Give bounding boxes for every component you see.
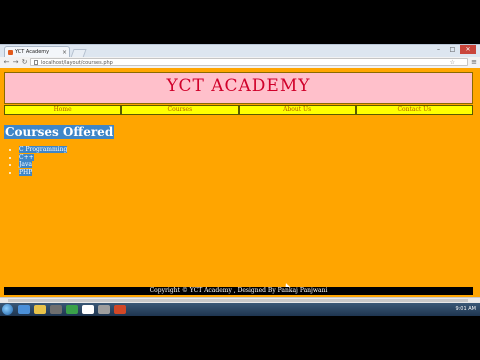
browser-menu-icon[interactable]: ≡ bbox=[471, 58, 477, 66]
nav-contact-link[interactable]: Contact Us bbox=[355, 105, 473, 115]
media-taskbar-icon[interactable] bbox=[50, 305, 62, 314]
course-name: C++ bbox=[19, 153, 34, 161]
site-title: YCT ACADEMY bbox=[166, 76, 311, 96]
site-footer: Copyright © YCT Academy , Designed By Pa… bbox=[4, 287, 473, 295]
list-item: PHP bbox=[19, 168, 67, 177]
minimize-button[interactable]: – bbox=[432, 45, 445, 54]
reload-icon[interactable]: ↻ bbox=[20, 57, 29, 68]
explorer-taskbar-icon[interactable] bbox=[34, 305, 46, 314]
address-bar[interactable]: localhost/layout/courses.php ☆ bbox=[30, 58, 468, 66]
course-list: C Programming C++ Java PHP bbox=[11, 146, 68, 177]
page-info-icon[interactable] bbox=[34, 60, 38, 65]
course-name: PHP bbox=[19, 168, 33, 176]
nav-courses-link[interactable]: Courses bbox=[121, 105, 239, 115]
list-item: C Programming bbox=[19, 146, 68, 154]
page-viewport: YCT ACADEMY Home Courses About Us Contac… bbox=[0, 68, 480, 297]
list-item: C++ bbox=[19, 153, 67, 162]
nav-about-link[interactable]: About Us bbox=[238, 105, 356, 115]
close-window-button[interactable]: ✕ bbox=[460, 45, 476, 54]
favicon-icon bbox=[8, 50, 13, 55]
chrome-taskbar-icon[interactable] bbox=[82, 305, 94, 314]
maximize-button[interactable]: □ bbox=[446, 45, 459, 54]
forward-arrow-icon[interactable]: → bbox=[11, 57, 20, 68]
app-taskbar-icon[interactable] bbox=[114, 305, 126, 314]
section-title: Courses Offered bbox=[4, 125, 115, 139]
system-clock[interactable]: 9:01 AM bbox=[455, 303, 476, 316]
window-controls: – □ ✕ bbox=[432, 45, 476, 54]
back-arrow-icon[interactable]: ← bbox=[2, 57, 11, 68]
taskbar: 9:01 AM bbox=[0, 303, 480, 316]
site-header: YCT ACADEMY bbox=[4, 72, 473, 104]
course-name: Java bbox=[19, 161, 32, 168]
browser-titlebar: YCT Academy × – □ ✕ bbox=[0, 44, 480, 58]
bookmark-star-icon[interactable]: ☆ bbox=[450, 59, 455, 67]
main-nav: Home Courses About Us Contact Us bbox=[4, 105, 473, 115]
address-bar-url: localhost/layout/courses.php bbox=[41, 60, 113, 66]
app-taskbar-icon[interactable] bbox=[66, 305, 78, 314]
scrollbar-thumb[interactable] bbox=[8, 299, 468, 302]
list-item: Java bbox=[19, 161, 67, 169]
nav-home-link[interactable]: Home bbox=[4, 105, 122, 115]
course-name: C Programming bbox=[19, 146, 68, 153]
start-button-icon[interactable] bbox=[2, 304, 13, 315]
ie-taskbar-icon[interactable] bbox=[18, 305, 30, 314]
app-taskbar-icon[interactable] bbox=[98, 305, 110, 314]
tab-title: YCT Academy bbox=[15, 49, 50, 55]
